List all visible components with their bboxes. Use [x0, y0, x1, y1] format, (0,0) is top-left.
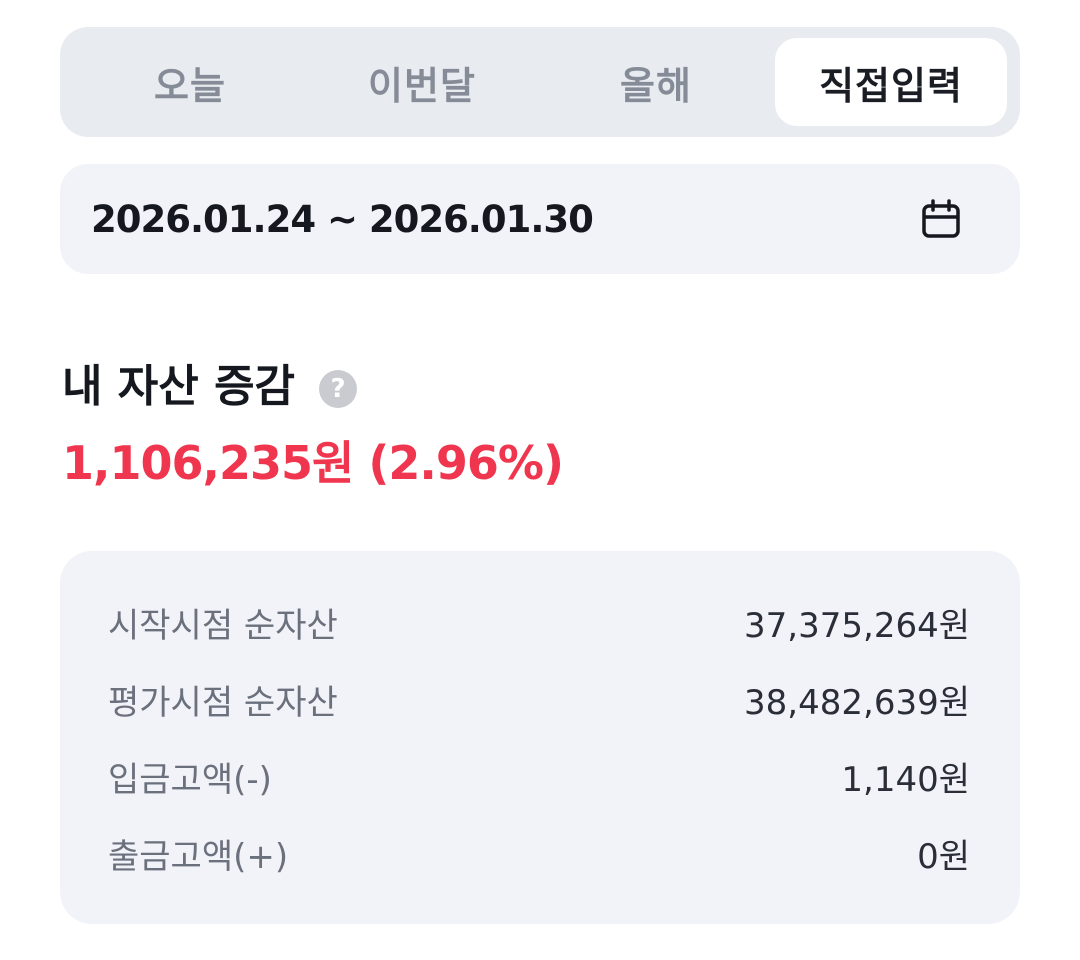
summary-row-label: 평가시점 순자산	[108, 682, 338, 723]
summary-row-start-net-assets: 시작시점 순자산 37,375,264원	[108, 594, 970, 650]
summary-row-label: 시작시점 순자산	[108, 605, 338, 646]
summary-row-value: 0원	[917, 836, 970, 877]
tab-custom-input[interactable]: 직접입력	[775, 38, 1007, 126]
summary-row-eval-net-assets: 평가시점 순자산 38,482,639원	[108, 671, 970, 727]
asset-change-heading: 내 자산 증감 ?	[62, 354, 358, 420]
calendar-icon[interactable]	[918, 197, 964, 243]
tab-today[interactable]: 오늘	[90, 38, 290, 126]
summary-row-value: 37,375,264원	[744, 605, 970, 646]
period-tab-bar: 오늘 이번달 올해 직접입력	[60, 27, 1020, 137]
asset-summary-card: 시작시점 순자산 37,375,264원 평가시점 순자산 38,482,639…	[60, 551, 1020, 924]
summary-row-label: 입금고액(-)	[108, 759, 272, 800]
asset-change-value: 1,106,235원 (2.96%)	[62, 436, 564, 490]
summary-row-label: 출금고액(+)	[108, 836, 289, 877]
help-icon[interactable]: ?	[319, 370, 358, 408]
date-range-text: 2026.01.24 ~ 2026.01.30	[91, 197, 594, 241]
summary-row-deposit-total: 입금고액(-) 1,140원	[108, 748, 970, 804]
tab-this-year[interactable]: 올해	[556, 38, 756, 126]
summary-row-withdrawal-total: 출금고액(+) 0원	[108, 825, 970, 881]
date-range-selector[interactable]: 2026.01.24 ~ 2026.01.30	[60, 164, 1020, 274]
summary-row-value: 38,482,639원	[744, 682, 970, 723]
asset-change-title: 내 자산 증감	[62, 361, 296, 412]
summary-row-value: 1,140원	[841, 759, 970, 800]
tab-this-month[interactable]: 이번달	[322, 38, 522, 126]
